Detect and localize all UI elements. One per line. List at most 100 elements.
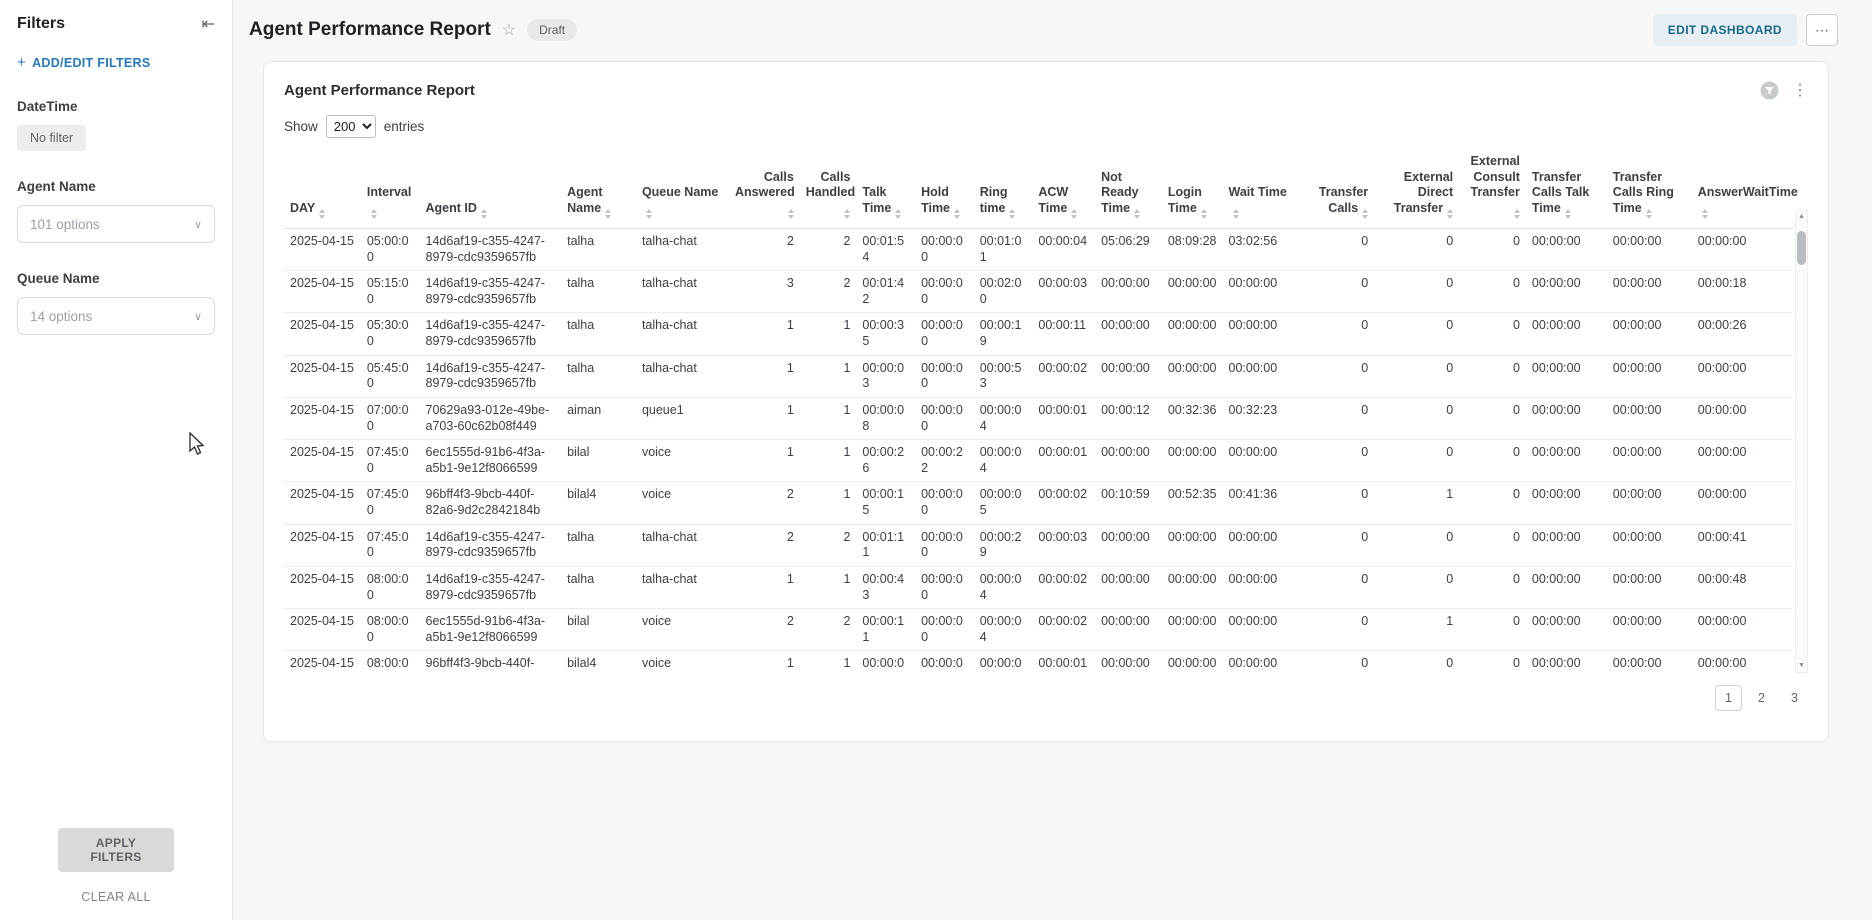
column-header-16[interactable]: External Consult Transfer <box>1459 150 1526 228</box>
column-header-label: Not Ready Time <box>1101 170 1139 215</box>
more-options-button[interactable]: ⋯ <box>1806 14 1838 46</box>
table-row[interactable]: 2025-04-1505:15:0014d6af19-c355-4247-897… <box>284 271 1793 313</box>
sort-icon[interactable] <box>1362 209 1368 219</box>
star-icon[interactable]: ☆ <box>502 20 516 40</box>
page-button-2[interactable]: 2 <box>1748 685 1775 711</box>
column-header-13[interactable]: Wait Time <box>1223 150 1296 228</box>
table-cell: 00:00:00 <box>915 524 974 566</box>
sort-icon[interactable] <box>319 209 325 219</box>
table-cell: bilal <box>561 609 636 651</box>
table-cell: 07:45:00 <box>361 440 420 482</box>
table-row[interactable]: 2025-04-1507:00:0070629a93-012e-49be-a70… <box>284 397 1793 439</box>
column-header-3[interactable]: Agent Name <box>561 150 636 228</box>
column-header-0[interactable]: DAY <box>284 150 361 228</box>
collapse-sidebar-icon[interactable]: ⇤ <box>202 14 215 34</box>
table-cell: 00:00:41 <box>1692 524 1793 566</box>
sort-icon[interactable] <box>1646 209 1652 219</box>
table-row[interactable]: 2025-04-1507:45:0096bff4f3-9bcb-440f-82a… <box>284 482 1793 524</box>
table-cell: 0 <box>1374 566 1459 608</box>
column-header-17[interactable]: Transfer Calls Talk Time <box>1526 150 1607 228</box>
column-header-19[interactable]: AnswerWaitTime <box>1692 150 1793 228</box>
column-header-1[interactable]: Interval <box>361 150 420 228</box>
page-button-1[interactable]: 1 <box>1715 685 1742 711</box>
table-cell: 00:41:36 <box>1223 482 1296 524</box>
table-cell: 05:15:00 <box>361 271 420 313</box>
clear-all-button[interactable]: CLEAR ALL <box>0 890 232 904</box>
sort-icon[interactable] <box>954 209 960 219</box>
table-row[interactable]: 2025-04-1507:45:006ec1555d-91b6-4f3a-a5b… <box>284 440 1793 482</box>
page-button-3[interactable]: 3 <box>1781 685 1808 711</box>
column-header-12[interactable]: Login Time <box>1162 150 1223 228</box>
sort-icon[interactable] <box>1565 209 1571 219</box>
table-cell: 00:00:00 <box>1095 271 1162 313</box>
column-header-label: DAY <box>290 201 315 215</box>
filter-icon[interactable] <box>1760 81 1779 100</box>
table-cell: 00:00:18 <box>1692 271 1793 313</box>
vertical-scrollbar[interactable]: ▲ ▼ <box>1795 210 1808 673</box>
sort-icon[interactable] <box>1514 209 1520 219</box>
apply-filters-button[interactable]: APPLY FILTERS <box>58 828 174 872</box>
sort-icon[interactable] <box>1447 209 1453 219</box>
sort-icon[interactable] <box>1702 209 1708 219</box>
queue-name-select[interactable]: 14 options ∨ <box>17 297 215 335</box>
scroll-down-arrow[interactable]: ▼ <box>1796 660 1807 672</box>
scrollbar-track[interactable] <box>1796 223 1807 660</box>
table-cell: 00:00:00 <box>915 355 974 397</box>
scrollbar-thumb[interactable] <box>1797 231 1806 265</box>
table-row[interactable]: 2025-04-1505:00:0014d6af19-c355-4247-897… <box>284 228 1793 270</box>
column-header-8[interactable]: Hold Time <box>915 150 974 228</box>
agent-name-select[interactable]: 101 options ∨ <box>17 205 215 243</box>
column-header-7[interactable]: Talk Time <box>856 150 915 228</box>
queue-name-label: Queue Name <box>17 271 215 286</box>
add-edit-filters-link[interactable]: + ADD/EDIT FILTERS <box>17 54 215 71</box>
scroll-up-arrow[interactable]: ▲ <box>1796 211 1807 223</box>
table-row[interactable]: 2025-04-1505:30:0014d6af19-c355-4247-897… <box>284 313 1793 355</box>
kebab-menu-icon[interactable]: ⋮ <box>1792 80 1808 100</box>
page-header: Agent Performance Report ☆ Draft EDIT DA… <box>233 0 1872 46</box>
table-cell: 0 <box>1459 271 1526 313</box>
column-header-4[interactable]: Queue Name <box>636 150 729 228</box>
column-header-11[interactable]: Not Ready Time <box>1095 150 1162 228</box>
table-cell: 08:00:00 <box>361 651 420 673</box>
edit-dashboard-button[interactable]: EDIT DASHBOARD <box>1653 14 1797 46</box>
table-cell: 00:00:00 <box>1607 524 1692 566</box>
sort-icon[interactable] <box>1071 209 1077 219</box>
column-header-15[interactable]: External Direct Transfer <box>1374 150 1459 228</box>
table-cell: 00:00:00 <box>1162 313 1223 355</box>
sort-icon[interactable] <box>895 209 901 219</box>
column-header-6[interactable]: Calls Handled <box>800 150 857 228</box>
column-header-18[interactable]: Transfer Calls Ring Time <box>1607 150 1692 228</box>
table-cell: 00:00:00 <box>1162 440 1223 482</box>
column-header-14[interactable]: Transfer Calls <box>1295 150 1374 228</box>
table-cell: 00:00:53 <box>974 355 1033 397</box>
sort-icon[interactable] <box>371 209 377 219</box>
table-cell: 14d6af19-c355-4247-8979-cdc9359657fb <box>420 524 562 566</box>
page-size-select[interactable]: 200 <box>326 115 376 138</box>
sort-icon[interactable] <box>1134 209 1140 219</box>
datetime-filter-chip[interactable]: No filter <box>17 125 86 151</box>
column-header-5[interactable]: Calls Answered <box>729 150 800 228</box>
sort-icon[interactable] <box>481 209 487 219</box>
table-cell: 00:02:00 <box>974 271 1033 313</box>
column-header-9[interactable]: Ring time <box>974 150 1033 228</box>
table-row[interactable]: 2025-04-1508:00:0014d6af19-c355-4247-897… <box>284 566 1793 608</box>
sort-icon[interactable] <box>646 209 652 219</box>
table-row[interactable]: 2025-04-1507:45:0014d6af19-c355-4247-897… <box>284 524 1793 566</box>
table-row[interactable]: 2025-04-1508:00:006ec1555d-91b6-4f3a-a5b… <box>284 609 1793 651</box>
sort-icon[interactable] <box>1009 209 1015 219</box>
table-row[interactable]: 2025-04-1505:45:0014d6af19-c355-4247-897… <box>284 355 1793 397</box>
column-header-label: Login Time <box>1168 185 1202 215</box>
table-cell: 0 <box>1459 651 1526 673</box>
sort-icon[interactable] <box>788 209 794 219</box>
column-header-10[interactable]: ACW Time <box>1032 150 1095 228</box>
table-cell: 00:00:19 <box>974 313 1033 355</box>
sort-icon[interactable] <box>1201 209 1207 219</box>
table-row[interactable]: 2025-04-1508:00:0096bff4f3-9bcb-440f-82a… <box>284 651 1793 673</box>
table-cell: 00:00:00 <box>1095 566 1162 608</box>
sort-icon[interactable] <box>844 209 850 219</box>
column-header-label: Agent Name <box>567 185 602 215</box>
sort-icon[interactable] <box>1233 209 1239 219</box>
table-cell: 00:00:00 <box>1095 609 1162 651</box>
sort-icon[interactable] <box>605 209 611 219</box>
column-header-2[interactable]: Agent ID <box>420 150 562 228</box>
